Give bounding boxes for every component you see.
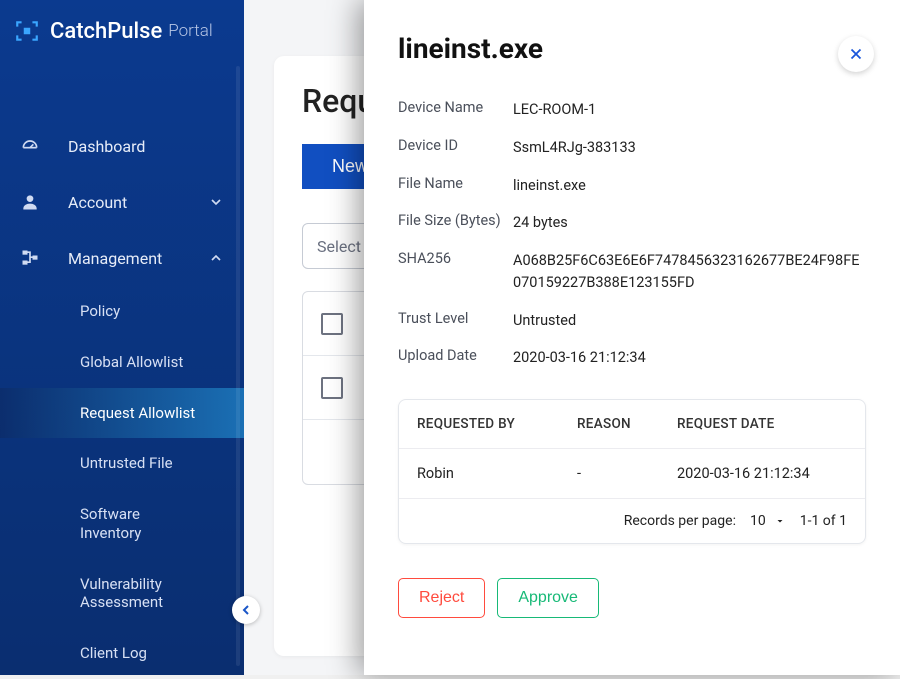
detail-panel: lineinst.exe Device Name LEC-ROOM-1 Devi… <box>364 0 900 675</box>
close-icon <box>847 45 865 63</box>
detail-value: SsmL4RJg-383133 <box>513 137 636 159</box>
col-header-reason: REASON <box>577 416 677 432</box>
detail-label: SHA256 <box>398 250 513 294</box>
detail-row-trust-level: Trust Level Untrusted <box>398 302 866 340</box>
sidebar-item-label: Request Allowlist <box>80 404 195 422</box>
sidebar-sub-client-log[interactable]: Client Log <box>0 628 244 679</box>
brand-name: CatchPulse <box>50 19 162 44</box>
detail-row-sha256: SHA256 A068B25F6C63E6E6F7478456323162677… <box>398 242 866 302</box>
detail-label: Upload Date <box>398 347 513 369</box>
detail-value: Untrusted <box>513 310 576 332</box>
chevron-down-icon <box>208 194 224 210</box>
sidebar-sub-untrusted-file[interactable]: Untrusted File <box>0 438 244 489</box>
sidebar-item-label: Dashboard <box>68 137 145 156</box>
nav: Dashboard Account Management <box>0 68 244 679</box>
sidebar: CatchPulse Portal Dashboard Account <box>0 0 244 675</box>
checkbox[interactable] <box>321 377 343 399</box>
caret-down-icon <box>774 515 786 527</box>
detail-label: File Name <box>398 175 513 197</box>
cell-requested-by: Robin <box>417 465 577 482</box>
cell-reason: - <box>577 465 677 482</box>
filter-placeholder: Select <box>317 237 361 256</box>
cell-request-date: 2020-03-16 21:12:34 <box>677 465 847 482</box>
detail-actions: Reject Approve <box>398 578 866 618</box>
detail-label: File Size (Bytes) <box>398 212 513 234</box>
sidebar-sub-request-allowlist[interactable]: Request Allowlist <box>0 388 244 439</box>
col-header-requested-by: REQUESTED BY <box>417 416 577 432</box>
detail-value: A068B25F6C63E6E6F7478456323162677BE24F98… <box>513 250 866 294</box>
detail-value: 2020-03-16 21:12:34 <box>513 347 646 369</box>
chevron-left-icon <box>238 602 254 618</box>
sidebar-sub-policy[interactable]: Policy <box>0 286 244 337</box>
sidebar-item-label: Vulnerability Assessment <box>80 575 163 612</box>
records-range: 1-1 of 1 <box>800 513 847 529</box>
detail-row-device-id: Device ID SsmL4RJg-383133 <box>398 129 866 167</box>
detail-label: Device ID <box>398 137 513 159</box>
brand-logo-icon <box>14 18 40 44</box>
records-per-page-label: Records per page: <box>624 513 736 529</box>
tree-icon <box>20 248 40 268</box>
detail-row-device-name: Device Name LEC-ROOM-1 <box>398 91 866 129</box>
col-header-request-date: REQUEST DATE <box>677 416 847 432</box>
detail-value: 24 bytes <box>513 212 568 234</box>
sidebar-item-dashboard[interactable]: Dashboard <box>0 118 244 174</box>
checkbox[interactable] <box>321 313 343 335</box>
detail-fields: Device Name LEC-ROOM-1 Device ID SsmL4RJ… <box>398 91 866 377</box>
sidebar-item-label: Global Allowlist <box>80 353 183 371</box>
gauge-icon <box>20 136 40 156</box>
request-subtable-header: REQUESTED BY REASON REQUEST DATE <box>399 400 865 449</box>
sidebar-item-management[interactable]: Management <box>0 230 244 286</box>
sidebar-item-label: Software Inventory <box>80 505 141 542</box>
detail-row-file-size: File Size (Bytes) 24 bytes <box>398 204 866 242</box>
brand-suffix: Portal <box>168 21 212 41</box>
request-subtable-row: Robin - 2020-03-16 21:12:34 <box>399 449 865 499</box>
sidebar-sub-software-inventory[interactable]: Software Inventory <box>0 489 244 559</box>
reject-button[interactable]: Reject <box>398 578 485 618</box>
close-button[interactable] <box>838 36 874 72</box>
sidebar-item-label: Management <box>68 249 162 268</box>
records-per-page-value: 10 <box>750 513 766 529</box>
detail-row-file-name: File Name lineinst.exe <box>398 167 866 205</box>
detail-value: LEC-ROOM-1 <box>513 99 596 121</box>
collapse-sidebar-button[interactable] <box>232 596 260 624</box>
chevron-up-icon <box>208 250 224 266</box>
request-subtable: REQUESTED BY REASON REQUEST DATE Robin -… <box>398 399 866 544</box>
brand: CatchPulse Portal <box>0 0 244 68</box>
sidebar-sub-vulnerability-assessment[interactable]: Vulnerability Assessment <box>0 559 244 629</box>
sidebar-item-label: Policy <box>80 302 120 320</box>
detail-title: lineinst.exe <box>398 32 866 65</box>
sidebar-item-label: Untrusted File <box>80 454 173 472</box>
detail-label: Device Name <box>398 99 513 121</box>
detail-value: lineinst.exe <box>513 175 586 197</box>
detail-row-upload-date: Upload Date 2020-03-16 21:12:34 <box>398 339 866 377</box>
sidebar-item-label: Client Log <box>80 644 147 662</box>
records-per-page-select[interactable]: 10 <box>750 513 786 529</box>
detail-label: Trust Level <box>398 310 513 332</box>
approve-button[interactable]: Approve <box>497 578 599 618</box>
sidebar-sub-global-allowlist[interactable]: Global Allowlist <box>0 337 244 388</box>
user-icon <box>20 192 40 212</box>
sidebar-item-label: Account <box>68 193 127 212</box>
sidebar-item-account[interactable]: Account <box>0 174 244 230</box>
request-subtable-footer: Records per page: 10 1-1 of 1 <box>399 499 865 543</box>
